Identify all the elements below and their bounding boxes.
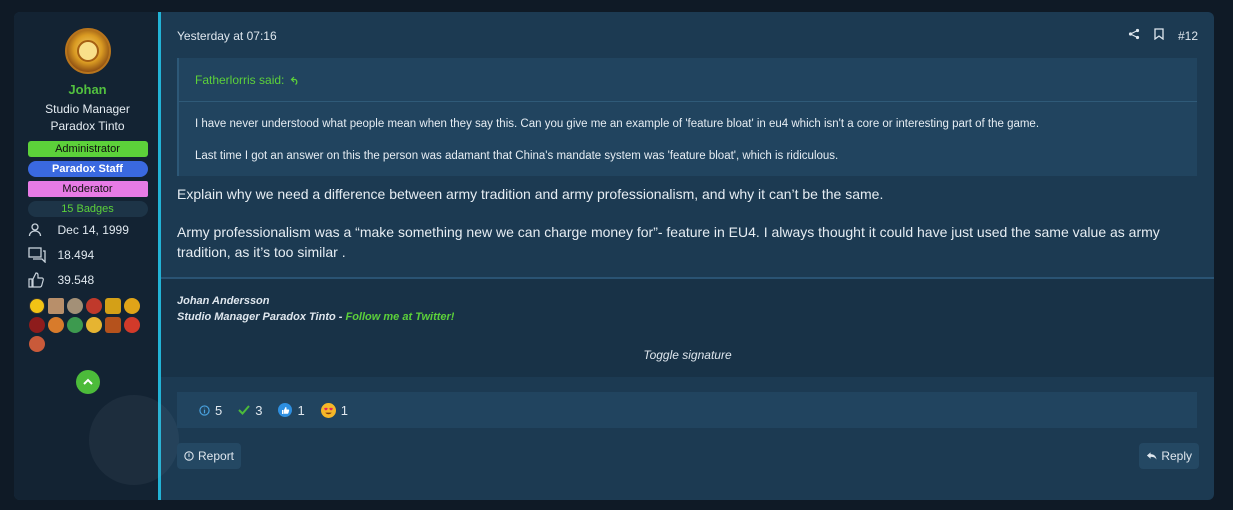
trophy-icon[interactable] [66,317,83,333]
trophy-icon[interactable] [47,317,64,333]
reaction-score: 39.548 [57,273,95,287]
banner-administrator: Administrator [27,141,148,157]
user-icon [28,223,58,237]
post-actions: #12 [1128,28,1198,43]
reaction-count: 5 [215,402,223,418]
report-button[interactable]: Report [177,443,242,469]
trophy-icon[interactable] [28,336,45,352]
share-icon[interactable] [1128,28,1140,43]
stat-reactions: 39.548 [27,268,148,292]
info-icon [184,451,194,461]
reply-button[interactable]: Reply [1139,443,1199,469]
avatar[interactable] [64,28,111,74]
signature-name: Johan Andersson [177,295,270,307]
post-timestamp[interactable]: Yesterday at 07:16 [177,29,277,43]
quote-body: I have never understood what people mean… [179,102,1197,164]
trophy-icon[interactable] [47,298,64,314]
reaction-count: 3 [255,402,263,418]
reaction-info[interactable]: 5 [199,403,222,418]
quote-line: I have never understood what people mean… [195,118,1040,130]
toggle-signature-button[interactable]: Toggle signature [161,348,1214,362]
signature-block: Johan Andersson Studio Manager Paradox T… [161,277,1214,377]
trophy-icon[interactable] [28,298,45,314]
checkmark-icon [238,405,250,415]
post-body: Explain why we need a difference between… [177,184,1177,262]
banner-paradox-staff: Paradox Staff [27,161,148,177]
trophy-icon[interactable] [28,317,45,333]
reply-label: Reply [1161,449,1192,463]
trophy-icon[interactable] [85,298,102,314]
post-number[interactable]: #12 [1178,29,1198,43]
quote-block: Fatherlorris said: I have never understo… [177,58,1197,176]
stat-joined: Dec 14, 1999 [28,218,148,242]
trophy-icon[interactable] [123,317,140,333]
heart-eyes-icon [320,402,336,418]
reaction-count: 1 [297,402,305,418]
trophy-icon[interactable] [104,317,121,333]
report-label: Report [198,449,235,463]
username[interactable]: Johan [68,82,106,97]
user-studio: Paradox Tinto [50,119,125,133]
messages-count: 18.494 [57,248,95,262]
trophy-icon[interactable] [66,298,83,314]
quote-header[interactable]: Fatherlorris said: [179,58,1197,102]
joined-date: Dec 14, 1999 [57,223,129,237]
reaction-agree[interactable]: 3 [238,403,262,418]
info-icon [199,404,210,416]
trophy-icon[interactable] [85,317,102,333]
messages-icon [27,247,58,263]
user-title: Studio Manager [45,102,130,116]
forum-post: Johan Studio Manager Paradox Tinto Admin… [14,12,1214,500]
jump-to-quote-icon[interactable] [290,75,300,85]
quote-line: Last time I got an answer on this the pe… [195,150,839,162]
badges-link[interactable]: 15 Badges [27,201,148,217]
banner-moderator: Moderator [27,181,148,197]
thumbs-up-icon [27,272,58,288]
reaction-love[interactable]: 1 [320,402,348,418]
user-sidebar: Johan Studio Manager Paradox Tinto Admin… [14,12,179,500]
reaction-count: 1 [340,402,348,418]
message-main: Yesterday at 07:16 #12 Fatherlorris said… [161,12,1214,500]
reply-icon [1147,452,1157,460]
trophy-icons [28,298,151,352]
trophy-icon[interactable] [104,298,121,314]
reaction-like[interactable]: 1 [278,402,305,418]
like-icon [278,403,293,417]
signature-role: Studio Manager Paradox Tinto - [177,311,346,323]
bookmark-icon[interactable] [1154,28,1164,43]
trophy-icon[interactable] [123,298,140,314]
quote-author[interactable]: Fatherlorris said: [195,73,284,87]
body-paragraph: Explain why we need a difference between… [177,186,884,202]
chevron-up-icon [82,378,93,385]
twitter-link[interactable]: Follow me at Twitter! [345,311,454,323]
reactions-bar[interactable]: 5 3 1 1 [177,392,1197,428]
stat-messages: 18.494 [27,243,148,267]
signature-text: Johan Andersson Studio Manager Paradox T… [177,293,454,323]
body-paragraph: Army professionalism was a “make somethi… [177,224,1160,260]
